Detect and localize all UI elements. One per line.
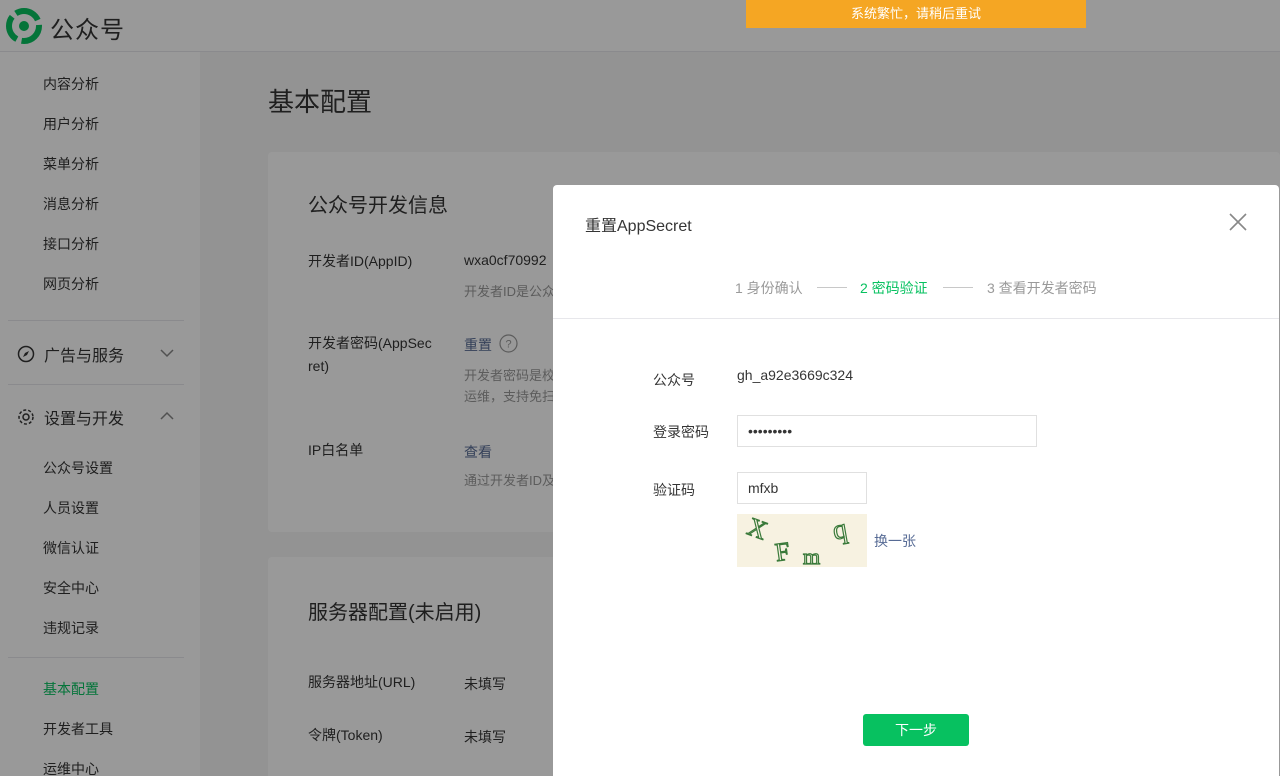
refresh-captcha-link[interactable]: 换一张 [874,531,916,551]
account-label: 公众号 [653,372,695,388]
captcha-input[interactable] [737,472,867,504]
next-step-button[interactable]: 下一步 [863,714,969,746]
step-identity: 1 身份确认 [735,280,803,296]
step-indicator: 1 身份确认 2 密码验证 3 查看开发者密码 [553,278,1279,298]
close-icon[interactable] [1227,211,1249,233]
step-password: 2 密码验证 [860,280,928,296]
captcha-image: X F m q [737,514,867,567]
password-input[interactable] [737,415,1037,447]
account-value: gh_a92e3669c324 [737,367,854,383]
dialog-divider [553,318,1279,319]
captcha-label: 验证码 [653,482,695,498]
password-label: 登录密码 [653,424,709,440]
step-connector [943,287,973,288]
captcha-char: m [803,544,820,567]
dialog-title: 重置AppSecret [585,218,692,235]
step-view-secret: 3 查看开发者密码 [987,280,1097,296]
reset-appsecret-dialog: 重置AppSecret 1 身份确认 2 密码验证 3 查看开发者密码 公众号 … [553,185,1279,776]
error-toast: 系统繁忙，请稍后重试 [746,0,1086,28]
step-connector [817,287,847,288]
